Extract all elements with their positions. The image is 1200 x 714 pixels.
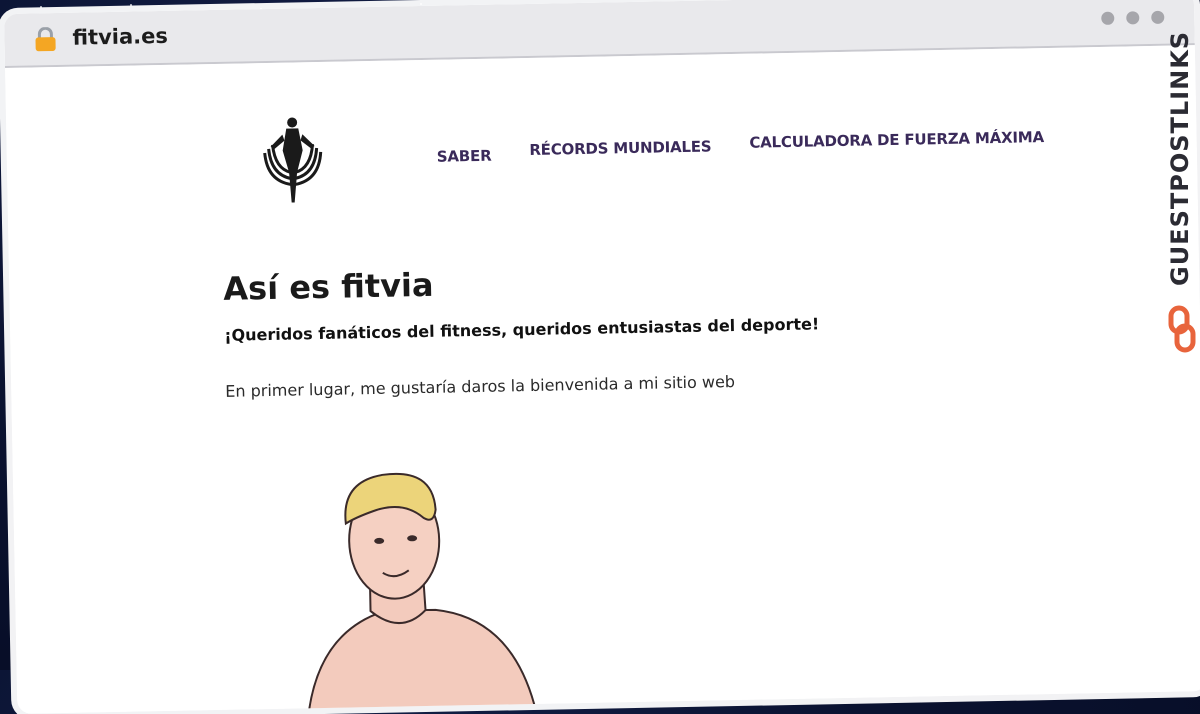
man-illustration bbox=[306, 472, 539, 714]
browser-window: fitvia.es SABER RÉCORDS MUNDIALES CALCUL… bbox=[4, 0, 1200, 714]
site-logo[interactable] bbox=[256, 112, 330, 205]
window-dot-icon[interactable] bbox=[1151, 10, 1165, 24]
nav-link-records[interactable]: RÉCORDS MUNDIALES bbox=[529, 137, 712, 163]
page-title: Así es fitvia bbox=[222, 265, 434, 308]
nav-link-calculadora[interactable]: CALCULADORA DE FUERZA MÁXIMA bbox=[749, 128, 1044, 160]
intro-text: En primer lugar, me gustaría daros la bi… bbox=[225, 372, 736, 401]
nav-link-saber[interactable]: SABER bbox=[437, 147, 492, 166]
window-dot-icon[interactable] bbox=[1126, 11, 1140, 25]
greeting-text: ¡Queridos fanáticos del fitness, querido… bbox=[224, 314, 820, 345]
window-dot-icon[interactable] bbox=[1101, 11, 1115, 25]
page-content: SABER RÉCORDS MUNDIALES CALCULADORA DE F… bbox=[5, 45, 1200, 714]
url-text[interactable]: fitvia.es bbox=[72, 24, 168, 50]
link-icon bbox=[1168, 305, 1196, 353]
window-controls bbox=[1101, 10, 1165, 25]
lock-icon bbox=[35, 26, 56, 52]
main-nav: SABER RÉCORDS MUNDIALES CALCULADORA DE F… bbox=[436, 128, 1044, 166]
guestpostlinks-watermark: GUESTPOSTLINKS bbox=[1166, 30, 1194, 286]
